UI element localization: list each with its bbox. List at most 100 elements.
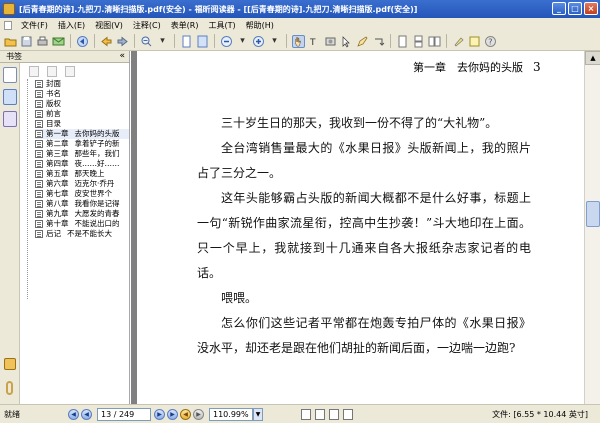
bookmark-label: 目录 bbox=[46, 119, 61, 128]
bookmark-item[interactable]: 第三章 那些年，我们 bbox=[35, 149, 129, 159]
bookmark-subtitle: 大愿发的青春 bbox=[74, 209, 120, 218]
continuous-view-button[interactable] bbox=[315, 408, 325, 420]
zoom-minus-icon[interactable] bbox=[220, 35, 233, 48]
bookmark-icon bbox=[35, 220, 43, 228]
previous-page-button[interactable]: ◀ bbox=[81, 408, 92, 420]
single-page-view-button[interactable] bbox=[301, 408, 311, 420]
first-page-icon[interactable] bbox=[76, 35, 89, 48]
zoom-input[interactable]: 110.99% bbox=[209, 407, 253, 421]
next-page-button[interactable]: ▶ bbox=[154, 408, 165, 420]
email-icon[interactable] bbox=[52, 35, 65, 48]
zoom-dropdown-icon[interactable]: ▼ bbox=[253, 407, 263, 421]
bookmark-item[interactable]: 第八章 我看你是记得 bbox=[35, 199, 129, 209]
new-bookmark-icon[interactable] bbox=[65, 65, 75, 77]
bookmark-icon bbox=[35, 210, 43, 218]
continuous-icon[interactable] bbox=[412, 35, 425, 48]
note-icon[interactable] bbox=[468, 35, 481, 48]
text-select-icon[interactable]: T bbox=[308, 35, 321, 48]
page-number-input[interactable]: 13 / 249 bbox=[97, 407, 151, 421]
scroll-thumb[interactable] bbox=[586, 201, 600, 227]
menu-insert[interactable]: 插入(E) bbox=[53, 20, 90, 31]
bookmark-item[interactable]: 第二章 拿着铲子的新 bbox=[35, 139, 129, 149]
menu-comment[interactable]: 注释(C) bbox=[128, 20, 166, 31]
bookmark-item[interactable]: 第九章 大愿发的青春 bbox=[35, 209, 129, 219]
bookmark-item[interactable]: 后记 不是不能长大 bbox=[35, 229, 129, 239]
menu-view[interactable]: 视图(V) bbox=[90, 20, 128, 31]
panel-tab-strip bbox=[0, 63, 20, 404]
toolbar-separator bbox=[94, 34, 95, 48]
last-page-button[interactable]: ▶ bbox=[167, 408, 178, 420]
restore-button[interactable]: □ bbox=[568, 2, 582, 15]
bookmark-subtitle: 那些年，我们 bbox=[74, 149, 120, 158]
toolbar-separator bbox=[214, 34, 215, 48]
dropdown-arrow-icon[interactable]: ▾ bbox=[156, 35, 169, 48]
svg-text:T: T bbox=[309, 38, 316, 48]
minimize-button[interactable]: _ bbox=[552, 2, 566, 15]
zoom-plus-icon[interactable] bbox=[252, 35, 265, 48]
bookmark-item[interactable]: 第六章 迈克尔·乔丹 bbox=[35, 179, 129, 189]
bookmark-icon bbox=[35, 90, 43, 98]
open-folder-icon[interactable] bbox=[4, 35, 17, 48]
bookmark-item[interactable]: 第十章 不能说出口的 bbox=[35, 219, 129, 229]
forward-button[interactable]: ▶ bbox=[193, 408, 204, 420]
print-icon[interactable] bbox=[36, 35, 49, 48]
bookmark-subtitle: 夜……好…… bbox=[74, 159, 120, 168]
zoom-out-icon[interactable] bbox=[140, 35, 153, 48]
expand-bookmark-icon[interactable] bbox=[29, 65, 39, 77]
delete-bookmark-icon[interactable] bbox=[47, 65, 57, 77]
highlight-icon[interactable] bbox=[452, 35, 465, 48]
facing-view-button[interactable] bbox=[329, 408, 339, 420]
facing-icon[interactable] bbox=[428, 35, 441, 48]
bookmark-item[interactable]: 目录 bbox=[35, 119, 129, 129]
bookmark-item[interactable]: 第五章 那天晚上 bbox=[35, 169, 129, 179]
help-icon[interactable]: ? bbox=[484, 35, 497, 48]
bookmark-label: 前言 bbox=[46, 109, 61, 118]
bookmark-item[interactable]: 前言 bbox=[35, 109, 129, 119]
document-view[interactable]: 第一章 去你妈的头版 3 三十岁生日的那天，我收到一份不得了的“大礼物”。 全台湾… bbox=[131, 51, 600, 404]
back-button[interactable]: ◀ bbox=[180, 408, 191, 420]
bookmark-icon bbox=[35, 140, 43, 148]
menu-help[interactable]: 帮助(H) bbox=[241, 20, 279, 31]
bookmark-item[interactable]: 版权 bbox=[35, 99, 129, 109]
bookmark-list: 封面 书名 版权 前言 目录 第一章 去你妈的头版 第二章 拿着铲子的新 第三章 那些… bbox=[21, 79, 129, 299]
bookmark-item-selected[interactable]: 第一章 去你妈的头版 bbox=[35, 129, 129, 139]
rotate-icon[interactable] bbox=[372, 35, 385, 48]
forward-icon[interactable] bbox=[116, 35, 129, 48]
toolbar-separator bbox=[174, 34, 175, 48]
first-page-button[interactable]: ◀ bbox=[68, 408, 79, 420]
scroll-up-arrow[interactable]: ▲ bbox=[585, 51, 600, 65]
snapshot-icon[interactable] bbox=[324, 35, 337, 48]
continuous-facing-view-button[interactable] bbox=[343, 408, 353, 420]
menu-tools[interactable]: 工具(T) bbox=[204, 20, 241, 31]
bookmark-item[interactable]: 书名 bbox=[35, 89, 129, 99]
status-text: 就绪 bbox=[4, 409, 20, 419]
dropdown-arrow-icon[interactable]: ▾ bbox=[236, 35, 249, 48]
fit-width-icon[interactable] bbox=[196, 35, 209, 48]
close-button[interactable]: × bbox=[584, 2, 598, 15]
attachments-tab-icon[interactable] bbox=[4, 358, 16, 370]
vertical-scrollbar[interactable]: ▲ bbox=[584, 51, 600, 404]
paragraph: 三十岁生日的那天，我收到一份不得了的“大礼物”。 bbox=[221, 116, 498, 130]
bookmark-item[interactable]: 封面 bbox=[35, 79, 129, 89]
bookmark-label: 第四章 bbox=[46, 159, 69, 168]
paperclip-icon[interactable] bbox=[6, 381, 13, 395]
bookmark-item[interactable]: 第七章 皮安世界个 bbox=[35, 189, 129, 199]
back-icon[interactable] bbox=[100, 35, 113, 48]
bookmarks-tab-icon[interactable] bbox=[3, 89, 17, 105]
bookmark-subtitle: 不能说出口的 bbox=[74, 219, 120, 228]
pages-tab-icon[interactable] bbox=[3, 67, 17, 83]
layers-tab-icon[interactable] bbox=[3, 111, 17, 127]
collapse-panel-button[interactable]: « bbox=[119, 51, 125, 61]
bookmark-item[interactable]: 第四章 夜……好…… bbox=[35, 159, 129, 169]
hand-tool-icon[interactable] bbox=[292, 34, 305, 48]
svg-text:?: ? bbox=[488, 37, 492, 46]
menu-file[interactable]: 文件(F) bbox=[16, 20, 53, 31]
select-arrow-icon[interactable] bbox=[340, 35, 353, 48]
menu-form[interactable]: 表单(R) bbox=[166, 20, 204, 31]
annotate-icon[interactable] bbox=[356, 35, 369, 48]
save-icon[interactable] bbox=[20, 35, 33, 48]
bookmarks-panel-title: 书签 bbox=[6, 52, 22, 61]
dropdown-arrow-icon[interactable]: ▾ bbox=[268, 35, 281, 48]
single-page-icon[interactable] bbox=[396, 35, 409, 48]
fit-page-icon[interactable] bbox=[180, 35, 193, 48]
